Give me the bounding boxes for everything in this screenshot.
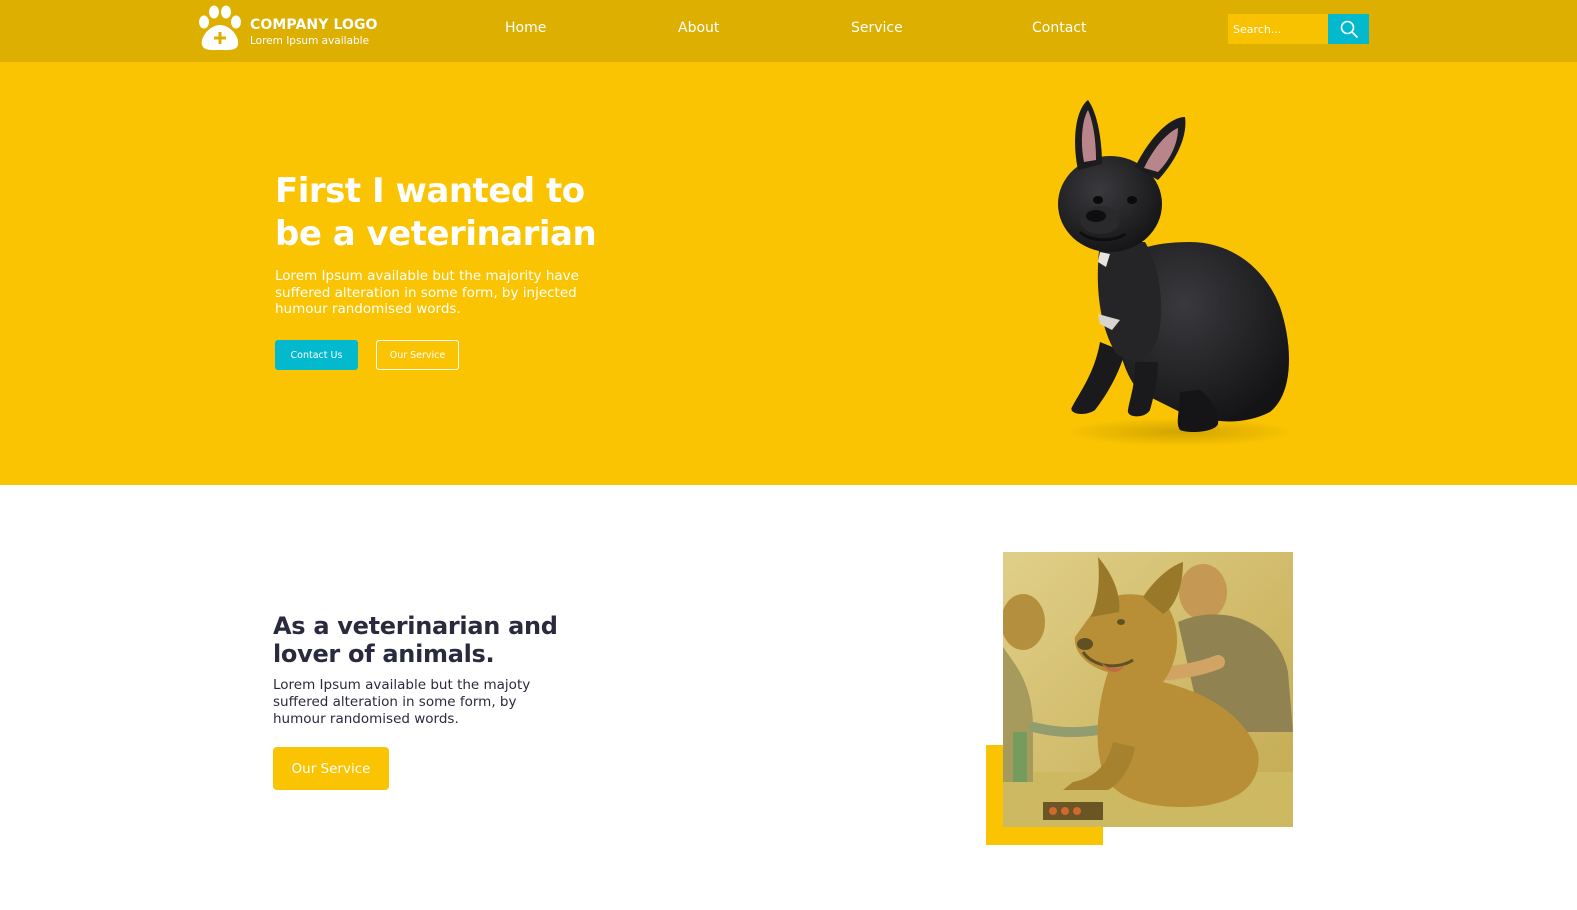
hero-description: Lorem Ipsum available but the majority h… [275, 268, 579, 317]
nav-home[interactable]: Home [505, 20, 546, 36]
nav-service[interactable]: Service [851, 20, 903, 36]
section-title: As a veterinarian and lover of animals. [273, 612, 558, 668]
logo-title: COMPANY LOGO [250, 17, 378, 33]
section-description: Lorem Ipsum available but the majoty suf… [273, 677, 531, 727]
nav-contact[interactable]: Contact [1032, 20, 1086, 36]
contact-us-button[interactable]: Contact Us [275, 340, 358, 370]
hero-section: First I wanted to be a veterinarian Lore… [0, 62, 1577, 485]
search-button[interactable] [1328, 14, 1369, 44]
nav-about[interactable]: About [678, 20, 719, 36]
search-input[interactable] [1228, 14, 1328, 44]
site-header: COMPANY LOGO Lorem Ipsum available Home … [0, 0, 1577, 62]
french-bulldog-image [1040, 92, 1300, 452]
hero-title: First I wanted to be a veterinarian [275, 171, 597, 254]
vet-with-dog-image [1003, 552, 1293, 827]
our-service-button[interactable]: Our Service [273, 747, 389, 790]
our-service-outline-button[interactable]: Our Service [376, 340, 459, 370]
paw-plus-icon [199, 5, 241, 51]
search-icon [1340, 20, 1358, 38]
logo-subtitle: Lorem Ipsum available [250, 35, 370, 47]
